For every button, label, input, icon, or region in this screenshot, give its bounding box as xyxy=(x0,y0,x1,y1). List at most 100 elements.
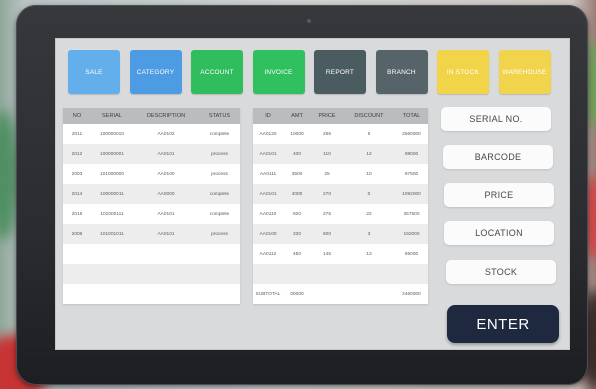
cell-status: complete xyxy=(209,131,230,137)
table-row[interactable]: 2006 101001011 AA0101 process xyxy=(63,224,240,244)
column-header-no: NO xyxy=(72,113,82,119)
column-header-price: PRICE xyxy=(318,113,336,119)
cell-no: 2011 xyxy=(71,131,83,137)
table-row[interactable]: 2014 100000011 AA0000 complete xyxy=(63,184,240,204)
cell-discount: 12 xyxy=(366,151,372,157)
table-row[interactable]: 2015 101000111 AA0101 complete xyxy=(63,204,240,224)
cell-status: process xyxy=(211,171,228,177)
camera-dot xyxy=(307,19,311,23)
cell-amt: 10000 xyxy=(290,131,304,137)
subtotal-row: SUBTOTAL 00000 2460000 xyxy=(253,284,428,304)
table-row[interactable]: AA0110 820 275 22 357500 xyxy=(253,204,428,224)
cell-discount: 10 xyxy=(366,171,372,177)
branch-button[interactable]: BRANCH xyxy=(375,50,428,94)
cell-price: 256 xyxy=(322,131,331,137)
cell-total: 88000 xyxy=(404,151,419,157)
nav-bar: SALE CATEGORY ACCOUNT INVOICE REPORT BRA… xyxy=(68,50,551,94)
price-button[interactable]: PRICE xyxy=(444,183,554,207)
cell-id: AA0101 xyxy=(259,191,277,197)
cell-status: complete xyxy=(209,211,230,217)
cell-price: 600 xyxy=(322,231,331,237)
cell-price: 275 xyxy=(322,211,331,217)
table-row[interactable]: AA0100 320 600 3 192000 xyxy=(253,224,428,244)
cell-total: 87500 xyxy=(404,171,419,177)
in-stock-button[interactable]: IN STOCK xyxy=(437,50,489,94)
cell-amt: 3500 xyxy=(291,171,303,177)
empty-row xyxy=(63,264,240,284)
cell-discount: 22 xyxy=(366,211,372,217)
cell-status: complete xyxy=(209,191,230,197)
cell-discount: 3 xyxy=(367,231,371,237)
enter-button[interactable]: ENTER xyxy=(447,305,559,343)
cell-amt: 450 xyxy=(292,251,301,257)
cell-status: process xyxy=(211,231,228,237)
serial-no-button[interactable]: SERIAL NO. xyxy=(441,107,551,131)
cell-serial: 100000001 xyxy=(99,151,124,157)
column-header-discount: DISCOUNT xyxy=(354,113,384,119)
cell-total: 65000 xyxy=(404,251,419,257)
cell-amt: 320 xyxy=(292,231,301,237)
column-header-serial: SERIAL xyxy=(102,113,122,119)
cell-no: 2003 xyxy=(71,171,83,177)
cell-no: 2015 xyxy=(71,211,83,217)
table-row[interactable]: 2011 100000010 AA0102 complete xyxy=(63,124,240,144)
cell-id: AA0101 xyxy=(259,151,277,157)
table-row[interactable]: AA0112 450 145 13 65000 xyxy=(253,244,428,264)
column-header-id: ID xyxy=(265,113,271,119)
cell-amt: 820 xyxy=(292,211,301,217)
cell-total: 357500 xyxy=(403,211,420,217)
cell-amt: 400 xyxy=(292,151,301,157)
subtotal-total: 2460000 xyxy=(402,291,421,297)
cell-no: 2014 xyxy=(71,191,83,197)
cell-no: 2006 xyxy=(71,231,83,237)
column-header-amt: AMT xyxy=(291,113,303,119)
cell-description: AA0101 xyxy=(157,151,175,157)
cell-id: AA0111 xyxy=(259,171,277,177)
table-row[interactable]: AA0101 400 110 12 88000 xyxy=(253,144,428,164)
invoice-button[interactable]: INVOICE xyxy=(252,50,305,94)
barcode-button[interactable]: BARCODE xyxy=(443,145,553,169)
table-row[interactable]: 2003 101000000 AA0100 process xyxy=(63,164,240,184)
cell-id: AA0120 xyxy=(259,131,277,137)
sale-button[interactable]: SALE xyxy=(68,50,120,94)
cell-price: 25 xyxy=(324,171,330,177)
cell-description: AA0100 xyxy=(157,171,175,177)
cell-amt: 4000 xyxy=(291,191,303,197)
warehouse-button[interactable]: WAREHOUSE xyxy=(498,50,551,94)
cell-status: process xyxy=(211,151,228,157)
empty-row xyxy=(63,244,240,264)
cell-id: AA0100 xyxy=(259,231,277,237)
cell-serial: 101001011 xyxy=(100,231,124,237)
cell-serial: 101000000 xyxy=(99,171,124,177)
cell-total: 1092000 xyxy=(402,191,421,197)
cell-total: 2560000 xyxy=(402,131,421,137)
serial-table: NO SERIAL DESCRIPTION STATUS 2011 100000… xyxy=(63,108,240,304)
sales-table: ID AMT PRICE DISCOUNT TOTAL AA0120 10000… xyxy=(253,108,428,304)
column-header-status: STATUS xyxy=(208,113,231,119)
cell-serial: 100000011 xyxy=(100,191,124,197)
cell-id: AA0112 xyxy=(259,251,277,257)
photo-scene: SALE CATEGORY ACCOUNT INVOICE REPORT BRA… xyxy=(0,0,596,389)
table-row[interactable]: AA0111 3500 25 10 87500 xyxy=(253,164,428,184)
cell-total: 192000 xyxy=(403,231,420,237)
table-row[interactable]: AA0120 10000 256 5 2560000 xyxy=(253,124,428,144)
table-header: ID AMT PRICE DISCOUNT TOTAL xyxy=(253,108,428,124)
cell-serial: 100000010 xyxy=(99,131,124,137)
location-button[interactable]: LOCATION xyxy=(444,221,554,245)
table-row[interactable]: AA0101 4000 270 0 1092000 xyxy=(253,184,428,204)
column-header-description: DESCRIPTION xyxy=(146,113,186,119)
empty-row xyxy=(253,264,428,284)
cell-description: AA0000 xyxy=(157,191,175,197)
cell-description: AA0101 xyxy=(157,231,175,237)
category-button[interactable]: CATEGORY xyxy=(129,50,182,94)
cell-price: 145 xyxy=(322,251,331,257)
account-button[interactable]: ACCOUNT xyxy=(191,50,243,94)
report-button[interactable]: REPORT xyxy=(314,50,366,94)
empty-row xyxy=(63,284,240,304)
subtotal-amount: 00000 xyxy=(290,291,304,297)
cell-id: AA0110 xyxy=(259,211,277,217)
table-row[interactable]: 2012 100000001 AA0101 process xyxy=(63,144,240,164)
cell-serial: 101000111 xyxy=(100,211,124,217)
stock-button[interactable]: STOCK xyxy=(446,260,556,284)
column-header-total: TOTAL xyxy=(402,113,421,119)
